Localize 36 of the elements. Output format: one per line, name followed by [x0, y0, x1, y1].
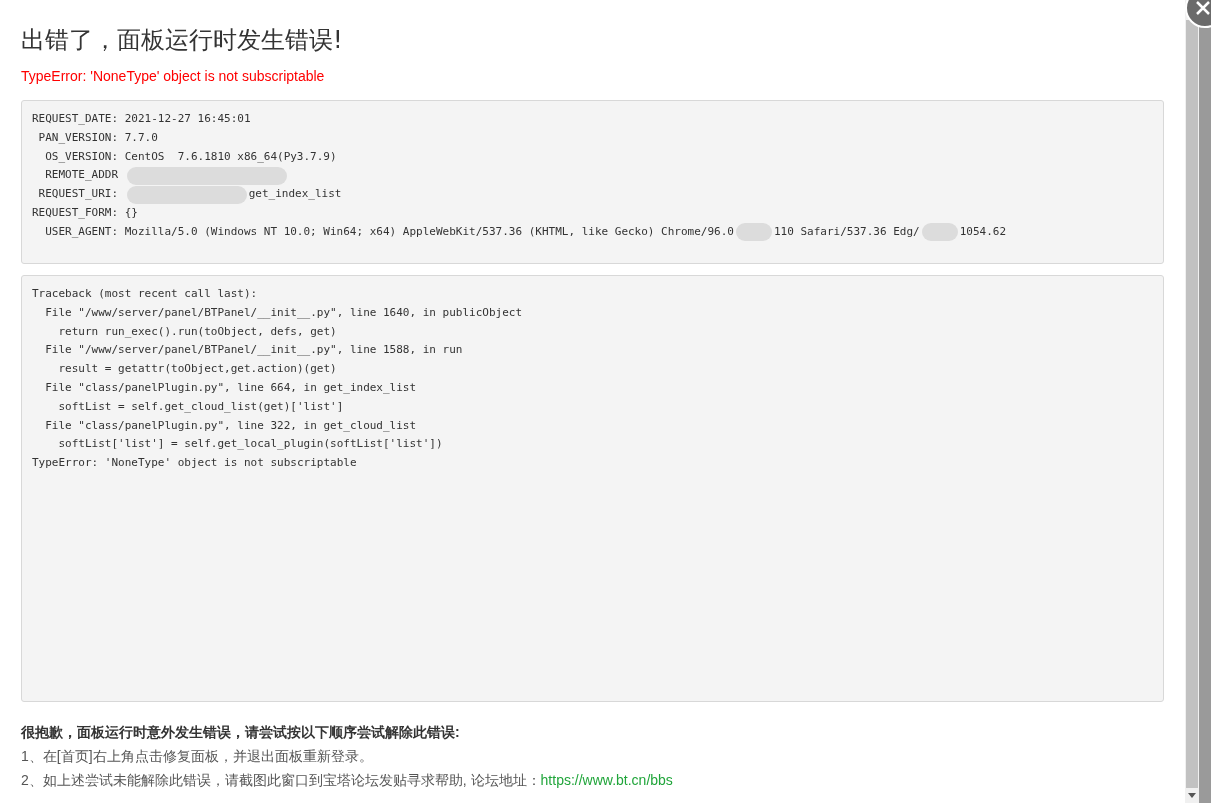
- scroll-down-icon[interactable]: [1188, 793, 1196, 798]
- info-label: REMOTE_ADDR: [44, 167, 119, 184]
- blurred-region: [735, 223, 772, 242]
- blurred-region: [921, 223, 958, 242]
- traceback-line: File "class/panelPlugin.py", line 664, in get_index_list: [44, 380, 417, 396]
- traceback-line: TypeError: 'NoneType' object is not subscriptable: [32, 455, 357, 472]
- info-label: PAN_VERSION:: [37, 129, 119, 146]
- traceback-line: return run_exec().run(toObject, defs, get): [57, 323, 337, 340]
- help-title: 很抱歉，面板运行时意外发生错误，请尝试按以下顺序尝试解除此错误:: [21, 723, 460, 742]
- dialog-title: 出错了，面板运行时发生错误!: [21, 25, 344, 56]
- info-label: REQUEST_FORM:: [32, 205, 119, 221]
- info-label: OS_VERSION:: [44, 148, 119, 165]
- info-value: 7.7.0: [124, 129, 158, 146]
- traceback-line: File "/www/server/panel/BTPanel/__init__.py", line 1588, in run: [44, 342, 463, 359]
- traceback-line: result = getattr(toObject,get.action)(get): [57, 361, 337, 378]
- info-value: 2021-12-27 16:45:01: [124, 111, 251, 127]
- info-value: 1054.62: [959, 223, 1007, 240]
- info-label: USER_AGENT:: [44, 223, 119, 240]
- help-step: 2、如上述尝试未能解除此错误，请截图此窗口到宝塔论坛发贴寻求帮助, 论坛地址：: [21, 768, 541, 792]
- info-label: REQUEST_URI:: [37, 186, 119, 203]
- traceback-line: softList = self.get_cloud_list(get)['list']: [57, 398, 344, 415]
- scrollbar[interactable]: [1185, 0, 1199, 803]
- info-value: CentOS 7.6.1810 x86_64(Py3.7.9): [124, 148, 337, 165]
- info-label: REQUEST_DATE:: [32, 111, 119, 127]
- info-value: 110 Safari/537.36 Edg/: [773, 223, 920, 240]
- traceback-line: File "class/panelPlugin.py", line 322, in get_cloud_list: [44, 417, 417, 434]
- help-step: 1、在[首页]右上角点击修复面板，并退出面板重新登录。: [21, 744, 373, 768]
- traceback-line: softList['list'] = self.get_local_plugin(softList['list']): [57, 436, 443, 453]
- close-icon: [1196, 1, 1210, 15]
- traceback-line: Traceback (most recent call last):: [32, 286, 258, 302]
- info-value: Mozilla/5.0 (Windows NT 10.0; Win64; x64) AppleWebKit/537.36 (KHTML, like Gecko) Chrome/96.0: [124, 223, 734, 240]
- error-message: TypeError: 'NoneType' object is not subscriptable: [21, 67, 326, 86]
- forum-link[interactable]: https://www.bt.cn/bbs: [540, 768, 673, 792]
- traceback-line: File "/www/server/panel/BTPanel/__init__.py", line 1640, in publicObject: [44, 304, 523, 321]
- info-value: get_index_list: [248, 186, 342, 203]
- info-value: {}: [124, 205, 138, 221]
